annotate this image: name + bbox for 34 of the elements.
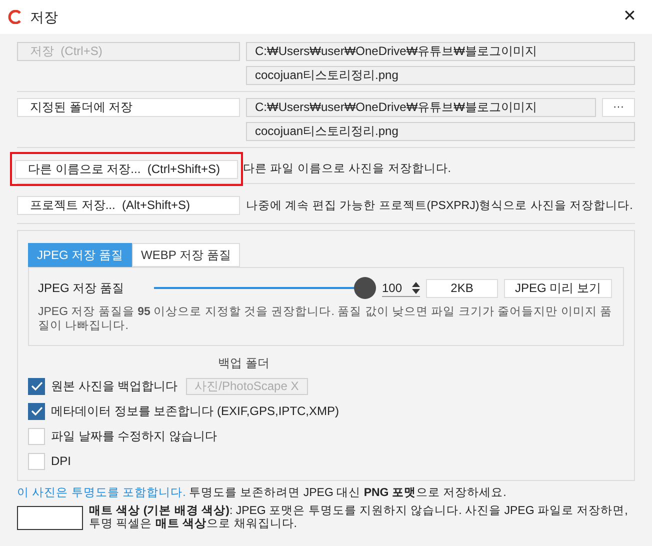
path-field[interactable]: C:₩Users₩user₩OneDrive₩유튜브₩블로그이미지 [246, 98, 596, 117]
option-label: 파일 날짜를 수정하지 않습니다 [51, 428, 218, 445]
quality-spinbox[interactable]: 100 [382, 279, 420, 297]
check-icon [30, 406, 42, 416]
path-field[interactable]: cocojuan티스토리정리.png [246, 122, 635, 141]
save-as-button[interactable]: 다른 이름으로 저장... (Ctrl+Shift+S) [15, 160, 238, 178]
spin-arrows-icon [412, 282, 420, 294]
backup-folder-label: 백업 폴더 [218, 356, 270, 370]
option-label: 원본 사진을 백업합니다 [51, 378, 178, 395]
matte-color-swatch[interactable] [17, 506, 83, 530]
option-label: 메타데이터 정보를 보존합니다 (EXIF,GPS,IPTC,XMP) [51, 403, 340, 420]
preview-button[interactable]: JPEG 미리 보기 [504, 278, 612, 298]
action-description: 다른 파일 이름으로 사진을 저장합니다. [243, 162, 452, 176]
checkbox[interactable] [28, 402, 45, 420]
path-field[interactable]: cocojuan티스토리정리.png [246, 66, 635, 85]
app-logo-icon [8, 10, 22, 24]
file-size-field: 2KB [426, 278, 498, 298]
matte-description: 매트 색상 (기본 배경 색상): JPEG 포맷은 투명도를 지원하지 않습니다. 사진을 JPEG 파일로 저장하면, 투명 픽셀은 매트 색상으로 채워집니다. [89, 505, 629, 531]
quality-slider[interactable] [154, 277, 376, 299]
window-title: 저장 [30, 8, 58, 26]
quality-hint: JPEG 저장 품질을 95 이상으로 지정할 것을 권장합니다. 품질 값이 낮으면 파일 크기가 줄어들지만 이미지 품질이 나빠집니다. [38, 305, 613, 333]
transparency-notice: 투명도를 보존하려면 JPEG 대신 PNG 포맷으로 저장하세요. [188, 487, 506, 499]
option-label: DPI [51, 453, 72, 470]
save-as-button[interactable]: 프로젝트 저장... (Alt+Shift+S) [17, 196, 240, 215]
path-field[interactable]: C:₩Users₩user₩OneDrive₩유튜브₩블로그이미지 [246, 42, 635, 61]
check-icon [30, 381, 42, 391]
quality-label: JPEG 저장 품질 [38, 280, 126, 297]
action-description: 나중에 계속 편집 가능한 프로젝트(PSXPRJ)형식으로 사진을 저장합니다. [246, 198, 634, 212]
backup-folder-field: 사진/PhotoScape X [186, 378, 308, 394]
close-button[interactable]: ✕ [619, 5, 640, 29]
browse-button[interactable]: ··· [602, 98, 635, 117]
quality-tab[interactable]: WEBP 저장 품질 [132, 243, 240, 267]
save-button[interactable]: 지정된 폴더에 저장 [17, 98, 240, 117]
checkbox[interactable] [28, 378, 45, 394]
